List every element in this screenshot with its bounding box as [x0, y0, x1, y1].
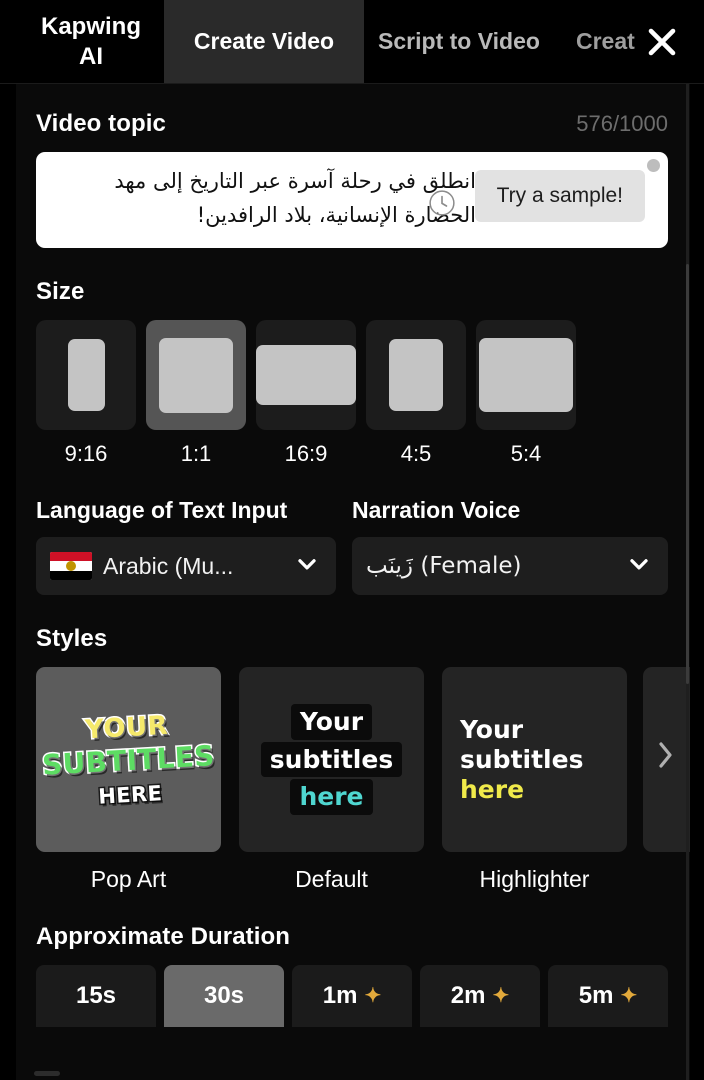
language-voice-section: Language of Text Input Arabic (Mu... Nar… [36, 497, 668, 595]
default-preview-text: Your subtitles here [260, 703, 403, 816]
video-topic-header: Video topic 576/1000 [36, 110, 668, 138]
preview-line-3: here [290, 779, 373, 815]
styles-next-button[interactable] [648, 733, 682, 781]
styles-scroll-nub [34, 1071, 60, 1076]
size-option-4-5[interactable]: 4:5 [366, 320, 466, 467]
duration-option-label: 15s [75, 982, 117, 1009]
close-icon [642, 22, 682, 62]
size-option-1-1[interactable]: 1:1 [146, 320, 246, 467]
tab-script-to-video[interactable]: Script to Video [364, 0, 554, 83]
styles-label: Styles [36, 625, 108, 652]
duration-options: 15s 30s 1m ✦ 2m ✦ 5m ✦ [36, 965, 668, 1027]
narration-voice-label: Narration Voice [352, 497, 521, 523]
video-topic-label: Video topic [36, 110, 167, 137]
size-label: Size [36, 278, 85, 305]
style-option-pop-art[interactable]: YOUR SUBTITLES HERE Pop Art [36, 667, 221, 893]
sparkle-icon: ✦ [492, 985, 510, 1007]
duration-option-2m[interactable]: 2m ✦ [420, 965, 540, 1027]
language-select[interactable]: Arabic (Mu... [36, 537, 336, 595]
style-option-default[interactable]: Your subtitles here Default [239, 667, 424, 893]
size-thumb-card [146, 320, 246, 430]
try-a-sample-button[interactable]: Try a sample! [474, 170, 645, 222]
preview-line-1: Your [290, 704, 373, 740]
aspect-thumb-16-9 [256, 345, 356, 405]
highlighter-preview-text: Your subtitles here [442, 715, 627, 805]
kapwing-ai-panel: Kapwing AI Create Video Script to Video … [0, 0, 704, 1080]
size-thumb-card [366, 320, 466, 430]
size-option-9-16[interactable]: 9:16 [36, 320, 136, 467]
styles-carousel[interactable]: YOUR SUBTITLES HERE Pop Art Your subtitl… [36, 667, 690, 893]
tab-create-video[interactable]: Create Video [164, 0, 364, 83]
size-option-label: 4:5 [400, 441, 432, 466]
pop-art-preview-text: YOUR SUBTITLES HERE [40, 708, 218, 811]
aspect-thumb-5-4 [479, 338, 573, 412]
character-counter: 576/1000 [576, 111, 668, 136]
egypt-flag-icon [50, 552, 92, 580]
style-preview-highlighter: Your subtitles here [442, 667, 627, 852]
video-topic-section: Video topic 576/1000 انطلق في رحلة آسرة … [36, 110, 668, 248]
duration-option-30s[interactable]: 30s [164, 965, 284, 1027]
narration-voice-select[interactable]: زَينَب (Female) [352, 537, 668, 595]
language-label: Language of Text Input [36, 497, 288, 523]
duration-option-5m[interactable]: 5m ✦ [548, 965, 668, 1027]
tab-bar: Kapwing AI Create Video Script to Video … [0, 0, 704, 84]
size-thumb-card [36, 320, 136, 430]
duration-section: Approximate Duration 15s 30s 1m ✦ 2m ✦ 5… [36, 923, 668, 1027]
preview-line-3: HERE [96, 779, 164, 810]
style-option-label: Highlighter [479, 866, 590, 892]
style-option-highlighter[interactable]: Your subtitles here Highlighter [442, 667, 627, 893]
size-thumb-card [476, 320, 576, 430]
language-value: Arabic (Mu... [103, 552, 234, 579]
size-option-16-9[interactable]: 16:9 [256, 320, 356, 467]
duration-option-label: 2m [450, 982, 486, 1009]
size-option-label: 1:1 [180, 441, 212, 466]
style-option-label: Default [295, 866, 368, 892]
duration-option-1m[interactable]: 1m ✦ [292, 965, 412, 1027]
size-option-label: 16:9 [284, 441, 328, 466]
chevron-down-icon [626, 551, 652, 582]
duration-option-15s[interactable]: 15s [36, 965, 156, 1027]
chevron-right-icon [652, 735, 678, 780]
close-button[interactable] [638, 18, 686, 66]
preview-line-2: subtitles [260, 741, 403, 778]
tab-kapwing-ai[interactable]: Kapwing AI [18, 0, 164, 83]
style-preview-pop-art: YOUR SUBTITLES HERE [36, 667, 221, 852]
textarea-scroll-thumb[interactable] [647, 159, 660, 172]
video-topic-value[interactable]: انطلق في رحلة آسرة عبر التاريخ إلى مهد ا… [50, 164, 480, 232]
preview-line-1: Your [460, 714, 524, 744]
preview-line-3: here [460, 774, 525, 804]
duration-option-label: 5m [578, 982, 614, 1009]
sparkle-icon: ✦ [620, 985, 638, 1007]
narration-voice-value: زَينَب (Female) [366, 553, 522, 579]
scrollbar-thumb[interactable] [686, 264, 689, 684]
size-option-label: 5:4 [510, 441, 542, 466]
settings-scroll-area[interactable]: Video topic 576/1000 انطلق في رحلة آسرة … [0, 84, 704, 1080]
size-thumb-card [256, 320, 356, 430]
styles-section: Styles YOUR SUBTITLES HERE Pop Art Your … [36, 625, 690, 893]
size-option-label: 9:16 [64, 441, 108, 466]
sparkle-icon: ✦ [364, 985, 382, 1007]
duration-option-label: 1m [322, 982, 358, 1009]
size-option-5-4[interactable]: 5:4 [476, 320, 576, 467]
aspect-thumb-4-5 [389, 339, 443, 411]
size-section: Size 9:16 1:1 16:9 4:5 5:4 [36, 278, 668, 467]
aspect-thumb-1-1 [159, 337, 233, 413]
video-topic-input[interactable]: انطلق في رحلة آسرة عبر التاريخ إلى مهد ا… [36, 152, 668, 248]
preview-line-2: subtitles [460, 744, 584, 774]
style-option-label: Pop Art [90, 866, 167, 892]
narration-voice-field: Narration Voice زَينَب (Female) [352, 497, 668, 595]
chevron-down-icon [294, 551, 320, 582]
language-field: Language of Text Input Arabic (Mu... [36, 497, 336, 595]
duration-label: Approximate Duration [36, 923, 291, 950]
scrollbar-track[interactable] [686, 84, 689, 1080]
style-preview-default: Your subtitles here [239, 667, 424, 852]
duration-option-label: 30s [203, 982, 245, 1009]
aspect-thumb-9-16 [67, 339, 105, 411]
size-options: 9:16 1:1 16:9 4:5 5:4 [36, 320, 668, 467]
